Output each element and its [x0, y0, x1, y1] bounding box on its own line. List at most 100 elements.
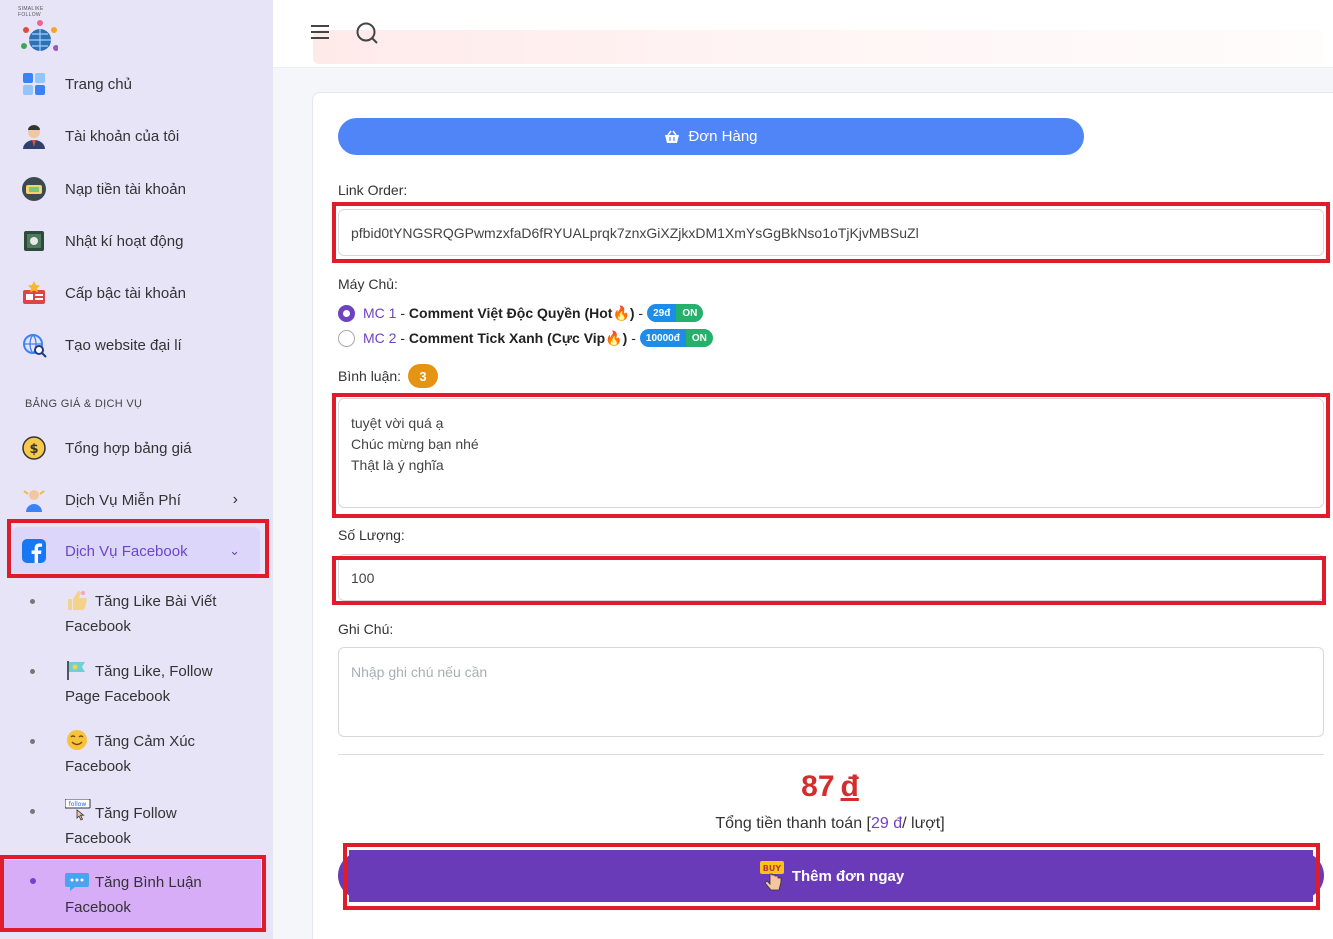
- add-order-button-label: Thêm đơn ngay: [791, 867, 905, 885]
- free-icon: [20, 486, 48, 514]
- sub-like-post-line1: Tăng Like Bài Viết: [95, 593, 217, 610]
- nav-facebook-services[interactable]: Dịch Vụ Facebook ⌄: [12, 527, 260, 575]
- add-order-button[interactable]: BUY Thêm đơn ngay: [349, 850, 1313, 902]
- sub-comments-active[interactable]: Tăng Bình Luận Facebook: [4, 860, 261, 930]
- server-option-2[interactable]: MC 2 - Comment Tick Xanh (Cực Vip🔥) - 10…: [338, 327, 713, 349]
- note-placeholder: Nhập ghi chú nếu cần: [351, 664, 488, 680]
- radio-selected[interactable]: [338, 304, 355, 322]
- sub-like-post-line2: Facebook: [65, 618, 131, 635]
- server-1-status: ON: [676, 304, 704, 322]
- order-button[interactable]: Đơn Hàng: [338, 118, 1084, 155]
- nav-facebook-label: Dịch Vụ Facebook: [65, 542, 188, 560]
- wallet-icon: [20, 175, 48, 203]
- hamburger-icon[interactable]: [310, 23, 330, 46]
- link-order-value: pfbid0tYNGSRQGPwmzxfaD6fRYUALprqk7znxGiX…: [351, 224, 919, 241]
- coin-icon: $: [20, 434, 48, 462]
- total-prefix: Tổng tiền thanh toán [: [715, 815, 871, 832]
- sub-reactions-line1: Tăng Cảm Xúc: [95, 733, 196, 750]
- nav-activity-log[interactable]: Nhật kí hoạt động: [20, 221, 260, 261]
- buy-icon-text: BUY: [763, 864, 782, 873]
- nav-price-list-label: Tổng hợp bảng giá: [65, 439, 192, 457]
- comment-line-1: tuyệt vời quá ạ: [351, 415, 444, 431]
- sub-comments-line2: Facebook: [65, 899, 131, 916]
- sub-comments-line1: Tăng Bình Luận: [95, 874, 202, 891]
- quantity-value: 100: [351, 569, 375, 586]
- nav-free-label: Dịch Vụ Miễn Phí: [65, 491, 181, 509]
- sub-like-follow-line1: Tăng Like, Follow: [95, 663, 213, 680]
- quantity-input[interactable]: 100: [338, 554, 1324, 601]
- globe-logo-icon: [21, 20, 59, 51]
- bullet: [30, 599, 35, 604]
- log-icon: [20, 227, 48, 255]
- quantity-label: Số Lượng:: [338, 527, 405, 543]
- server-2-badge: 10000đ ON: [639, 329, 713, 347]
- section-title-pricing: BẢNG GIÁ & DỊCH VỤ: [25, 398, 143, 410]
- nav-account[interactable]: Tài khoản của tôi: [20, 116, 260, 156]
- server-2-status: ON: [685, 329, 713, 347]
- chevron-down-icon: ⌄: [229, 543, 240, 558]
- server-1-code: MC 1: [363, 305, 397, 321]
- sub-like-post[interactable]: Tăng Like Bài Viết Facebook: [26, 589, 262, 639]
- link-order-input[interactable]: pfbid0tYNGSRQGPwmzxfaD6fRYUALprqk7znxGiX…: [338, 209, 1324, 256]
- nav-rank-label: Cấp bậc tài khoản: [65, 284, 186, 302]
- flag-icon: [65, 659, 89, 681]
- comment-textarea[interactable]: tuyệt vời quá ạ Chúc mừng bạn nhé Thật l…: [338, 398, 1324, 508]
- nav-activity-label: Nhật kí hoạt động: [65, 232, 184, 250]
- chat-bubble-icon: [65, 870, 91, 892]
- logo-text: SIMALIKE FOLLOW: [18, 6, 44, 18]
- order-button-label: Đơn Hàng: [688, 128, 758, 145]
- server-2-price: 10000đ: [639, 329, 686, 347]
- sub-like-follow-line2: Page Facebook: [65, 688, 171, 705]
- svg-text:$: $: [29, 442, 38, 457]
- chevron-right-icon: ›: [232, 491, 238, 508]
- total-currency: đ: [840, 770, 859, 803]
- comment-line-2: Chúc mừng bạn nhé: [351, 436, 479, 452]
- unit-price: 29 đ: [870, 815, 903, 832]
- nav-agency-website[interactable]: Tạo website đại lí: [20, 325, 260, 365]
- nav-account-label: Tài khoản của tôi: [65, 127, 180, 145]
- server-1-price: 29đ: [647, 304, 677, 322]
- radio-unselected[interactable]: [338, 329, 355, 347]
- bullet: [30, 809, 35, 814]
- comment-count-badge: 3: [408, 364, 438, 388]
- server-2-code: MC 2: [363, 330, 397, 346]
- nav-home-label: Trang chủ: [65, 75, 132, 93]
- buy-hand-icon: BUY: [759, 861, 784, 891]
- nav-home[interactable]: Trang chủ: [20, 64, 260, 104]
- nav-agency-label: Tạo website đại lí: [65, 336, 182, 354]
- total-description: Tổng tiền thanh toán [29 đ/ lượt]: [0, 815, 1333, 833]
- nav-deposit[interactable]: Nạp tiền tài khoản: [20, 169, 260, 209]
- total-amount-value: 87: [801, 770, 835, 803]
- thumbs-up-icon: [65, 589, 89, 611]
- brand-logo[interactable]: SIMALIKE FOLLOW: [18, 6, 66, 58]
- total-suffix: / lượt]: [902, 815, 945, 832]
- bullet-active: [30, 878, 36, 884]
- nav-price-list[interactable]: $ Tổng hợp bảng giá: [20, 428, 260, 468]
- total-amount: 87 đ: [0, 770, 1333, 804]
- nav-free-services[interactable]: Dịch Vụ Miễn Phí ›: [20, 480, 260, 520]
- server-1-name: Comment Việt Độc Quyền (Hot🔥): [408, 304, 635, 321]
- basket-icon: [665, 130, 680, 143]
- link-order-label: Link Order:: [338, 182, 408, 198]
- smile-emoji-icon: [65, 729, 89, 751]
- top-bar: [273, 0, 1333, 68]
- rank-icon: [20, 279, 48, 307]
- comment-line-3: Thật là ý nghĩa: [351, 457, 444, 473]
- user-icon: [20, 122, 48, 150]
- dashboard-icon: [20, 70, 48, 98]
- nav-deposit-label: Nạp tiền tài khoản: [65, 180, 186, 198]
- sub-like-follow-page[interactable]: Tăng Like, Follow Page Facebook: [26, 659, 262, 709]
- nav-rank[interactable]: Cấp bậc tài khoản: [20, 273, 260, 313]
- bullet: [30, 669, 35, 674]
- server-label: Máy Chủ:: [338, 276, 398, 292]
- website-icon: [20, 331, 48, 359]
- bullet: [30, 739, 35, 744]
- divider: [338, 754, 1324, 755]
- server-1-badge: 29đ ON: [647, 304, 704, 322]
- comment-label: Bình luận:: [338, 368, 402, 384]
- note-textarea[interactable]: Nhập ghi chú nếu cần: [338, 647, 1324, 737]
- blurred-banner: [313, 30, 1323, 64]
- search-icon[interactable]: [355, 21, 379, 50]
- server-option-1[interactable]: MC 1 - Comment Việt Độc Quyền (Hot🔥) - 2…: [338, 302, 704, 324]
- server-2-name: Comment Tick Xanh (Cực Vip🔥): [408, 329, 628, 346]
